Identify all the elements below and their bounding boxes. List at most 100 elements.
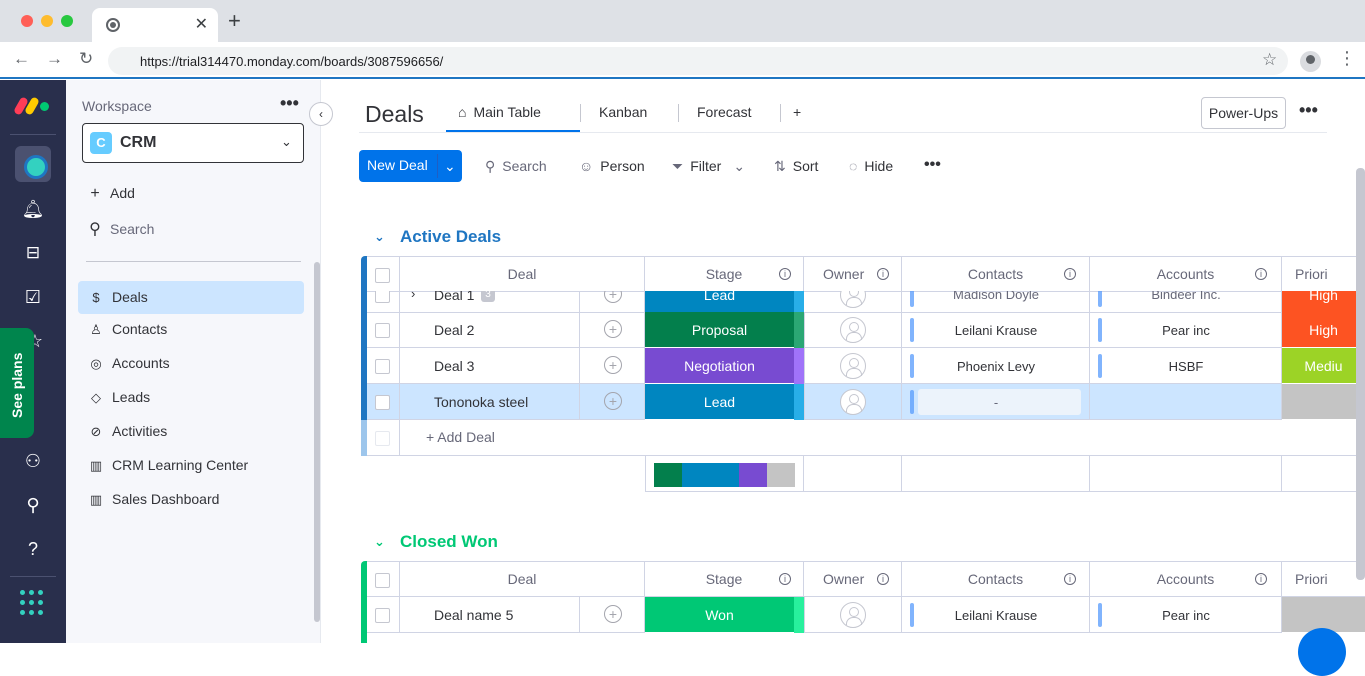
toolbar-more-icon[interactable]: ••• (924, 156, 941, 174)
new-deal-button[interactable]: New Deal ⌄ (359, 150, 462, 182)
monday-logo-icon[interactable] (13, 96, 51, 116)
column-header-accounts[interactable]: Accounts i (1090, 256, 1282, 292)
new-tab-button[interactable]: + (228, 10, 241, 32)
info-icon[interactable]: i (1064, 573, 1076, 585)
stage-status-cell[interactable]: Lead (645, 291, 794, 313)
accounts-cell[interactable] (1090, 384, 1282, 420)
back-icon[interactable]: ← (13, 50, 30, 67)
add-update-icon[interactable]: + (604, 291, 622, 303)
forward-icon[interactable]: → (46, 50, 63, 67)
deal-name-cell[interactable]: Deal name 5 (400, 597, 580, 633)
column-header-stage[interactable]: Stage i (645, 256, 804, 292)
select-all-checkbox[interactable] (375, 573, 390, 588)
accounts-cell[interactable]: Pear inc (1090, 597, 1282, 633)
expand-subitems-chevron-icon[interactable]: › (411, 291, 415, 301)
row-checkbox[interactable] (375, 291, 390, 303)
workspace-more-icon[interactable]: ••• (280, 93, 299, 114)
stage-status-cell[interactable]: Lead (645, 384, 794, 420)
updates-cell[interactable]: + (580, 384, 645, 420)
priority-status-cell[interactable]: High (1282, 312, 1365, 348)
add-update-icon[interactable]: + (604, 605, 622, 623)
column-header-deal[interactable]: Deal (400, 561, 645, 597)
notifications-bell-icon[interactable]: 🔔︎ (18, 194, 48, 224)
table-row[interactable]: › Deal 1 3 + Lead Madison Doyle Bindeer … (367, 291, 1365, 313)
stage-summary-cell[interactable] (645, 456, 804, 492)
sidebar-item-leads[interactable]: ◇ Leads (78, 381, 304, 414)
sidebar-item-contacts[interactable]: ♙ Contacts (78, 313, 304, 346)
my-work-calendar-icon[interactable]: ☑ (18, 282, 48, 312)
chevron-down-icon[interactable]: ⌄ (437, 154, 456, 178)
column-header-contacts[interactable]: Contacts i (902, 256, 1090, 292)
sidebar-scrollbar[interactable] (314, 262, 320, 622)
person-filter-button[interactable]: ☺ Person (579, 158, 645, 174)
browser-menu-icon[interactable]: ⋮ (1338, 48, 1356, 69)
apps-grid-icon[interactable] (20, 590, 46, 616)
workspace-dropdown[interactable]: C CRM ⌄ (82, 123, 304, 163)
row-checkbox[interactable] (375, 359, 390, 374)
power-ups-button[interactable]: Power-Ups (1201, 97, 1286, 129)
column-header-stage[interactable]: Stage i (645, 561, 804, 597)
priority-status-cell[interactable] (1282, 384, 1365, 420)
updates-cell[interactable]: + (580, 597, 645, 633)
search-button[interactable]: ⚲ Search (485, 158, 547, 175)
accounts-cell[interactable]: Bindeer Inc. (1090, 291, 1282, 313)
group-title-active-deals[interactable]: Active Deals (400, 227, 501, 247)
close-window-button[interactable] (21, 15, 33, 27)
work-management-icon[interactable] (15, 146, 51, 182)
column-header-deal[interactable]: Deal (400, 256, 645, 292)
priority-status-cell[interactable]: Mediu (1282, 348, 1365, 384)
owner-cell[interactable] (804, 348, 902, 384)
sidebar-item-activities[interactable]: ⊘ Activities (78, 415, 304, 448)
hide-button[interactable]: ◌ Hide (849, 158, 893, 174)
select-all-checkbox[interactable] (375, 268, 390, 283)
group-collapse-chevron-icon[interactable]: ⌄ (374, 229, 385, 245)
inbox-icon[interactable]: ⊟ (18, 238, 48, 268)
invite-members-icon[interactable]: ⚇ (18, 446, 48, 476)
info-icon[interactable]: i (877, 573, 889, 585)
board-more-icon[interactable]: ••• (1299, 100, 1318, 121)
row-checkbox[interactable] (375, 395, 390, 410)
sidebar-item-deals[interactable]: $ Deals (78, 281, 304, 314)
sidebar-search[interactable]: ⚲ Search (86, 219, 154, 239)
owner-cell[interactable] (804, 384, 902, 420)
group-title-closed-won[interactable]: Closed Won (400, 532, 498, 552)
stage-status-cell[interactable]: Negotiation (645, 348, 794, 384)
board-scrollbar[interactable] (1356, 168, 1365, 580)
deal-name-cell[interactable]: Deal 3 (400, 348, 580, 384)
updates-cell[interactable]: + (580, 291, 645, 313)
sidebar-item-crm-learning-center[interactable]: ▥ CRM Learning Center (78, 449, 304, 482)
group-collapse-chevron-icon[interactable]: ⌄ (374, 534, 385, 550)
collapse-sidebar-icon[interactable]: ‹ (309, 102, 333, 126)
column-header-owner[interactable]: Owner i (804, 561, 902, 597)
sort-button[interactable]: ⇅ Sort (774, 158, 818, 175)
contacts-cell[interactable]: - (902, 384, 1090, 420)
contacts-cell[interactable]: Leilani Krause (902, 312, 1090, 348)
bookmark-star-icon[interactable]: ☆ (1262, 50, 1277, 70)
add-button[interactable]: + Add (86, 185, 135, 203)
tab-close-icon[interactable]: ✕ (195, 14, 208, 34)
owner-cell[interactable] (804, 291, 902, 313)
browser-tab[interactable]: ✕ (92, 8, 218, 42)
help-icon[interactable]: ? (18, 534, 48, 564)
profile-avatar-icon[interactable] (1300, 51, 1321, 72)
reload-icon[interactable]: ↻ (79, 50, 93, 67)
sidebar-item-sales-dashboard[interactable]: ▥ Sales Dashboard (78, 483, 304, 516)
priority-status-cell[interactable]: High (1282, 291, 1365, 313)
info-icon[interactable]: i (1064, 268, 1076, 280)
info-icon[interactable]: i (779, 268, 791, 280)
add-update-icon[interactable]: + (604, 320, 622, 338)
deal-name-cell[interactable]: Deal 2 (400, 312, 580, 348)
chevron-down-icon[interactable]: ⌄ (733, 158, 745, 174)
updates-cell[interactable]: + (580, 348, 645, 384)
tab-forecast[interactable]: Forecast (697, 104, 751, 120)
contacts-cell[interactable]: Madison Doyle (902, 291, 1090, 313)
column-header-priority[interactable]: Priori (1282, 561, 1365, 597)
see-plans-button[interactable]: See plans (0, 328, 34, 438)
accounts-cell[interactable]: Pear inc (1090, 312, 1282, 348)
stage-status-cell[interactable]: Won (645, 597, 794, 633)
contacts-cell[interactable]: Phoenix Levy (902, 348, 1090, 384)
deal-name-cell[interactable]: › Deal 1 3 (400, 291, 580, 313)
column-header-owner[interactable]: Owner i (804, 256, 902, 292)
minimize-window-button[interactable] (41, 15, 53, 27)
info-icon[interactable]: i (877, 268, 889, 280)
